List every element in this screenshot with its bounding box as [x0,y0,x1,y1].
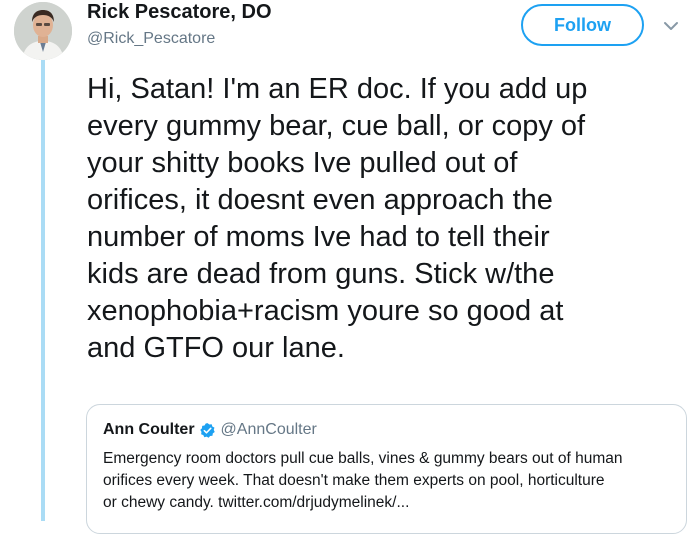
tweet-text-line: your shitty books Ive pulled out of [87,147,518,179]
quoted-tweet-card[interactable]: Ann Coulter @AnnCoulter Emergency room d… [86,404,687,534]
quoted-tweet-text: Emergency room doctors pull cue balls, v… [103,448,681,514]
quoted-tweet-line: Emergency room doctors pull cue balls, v… [103,450,623,467]
thread-line [41,58,45,521]
avatar[interactable] [14,2,72,60]
quoted-author-name: Ann Coulter [103,421,195,438]
follow-button[interactable]: Follow [521,4,644,46]
tweet-text-line: kids are dead from guns. Stick w/the [87,258,555,290]
tweet-text-line: every gummy bear, cue ball, or copy of [87,110,586,142]
tweet-text-line: Hi, Satan! I'm an ER doc. If you add up [87,73,588,105]
tweet-text-line: xenophobia+racism youre so good at [87,295,564,327]
tweet-text: Hi, Satan! I'm an ER doc. If you add up … [87,71,687,367]
quoted-tweet-line: orifices every week. That doesn't make t… [103,472,605,489]
tweet-text-line: orifices, it doesnt even approach the [87,184,553,216]
verified-badge-icon [199,422,215,438]
quoted-author-handle: @AnnCoulter [220,421,317,438]
tweet-text-line: number of moms Ive had to tell their [87,221,550,253]
author-name[interactable]: Rick Pescatore, DO [87,1,272,24]
quoted-tweet-line: or chewy candy. twitter.com/drjudymeline… [103,494,410,511]
author-handle[interactable]: @Rick_Pescatore [87,30,215,48]
tweet-text-line: and GTFO our lane. [87,332,345,364]
quoted-tweet-header: Ann Coulter @AnnCoulter [103,421,317,439]
chevron-down-icon[interactable] [663,20,679,32]
avatar-photo [14,2,72,60]
